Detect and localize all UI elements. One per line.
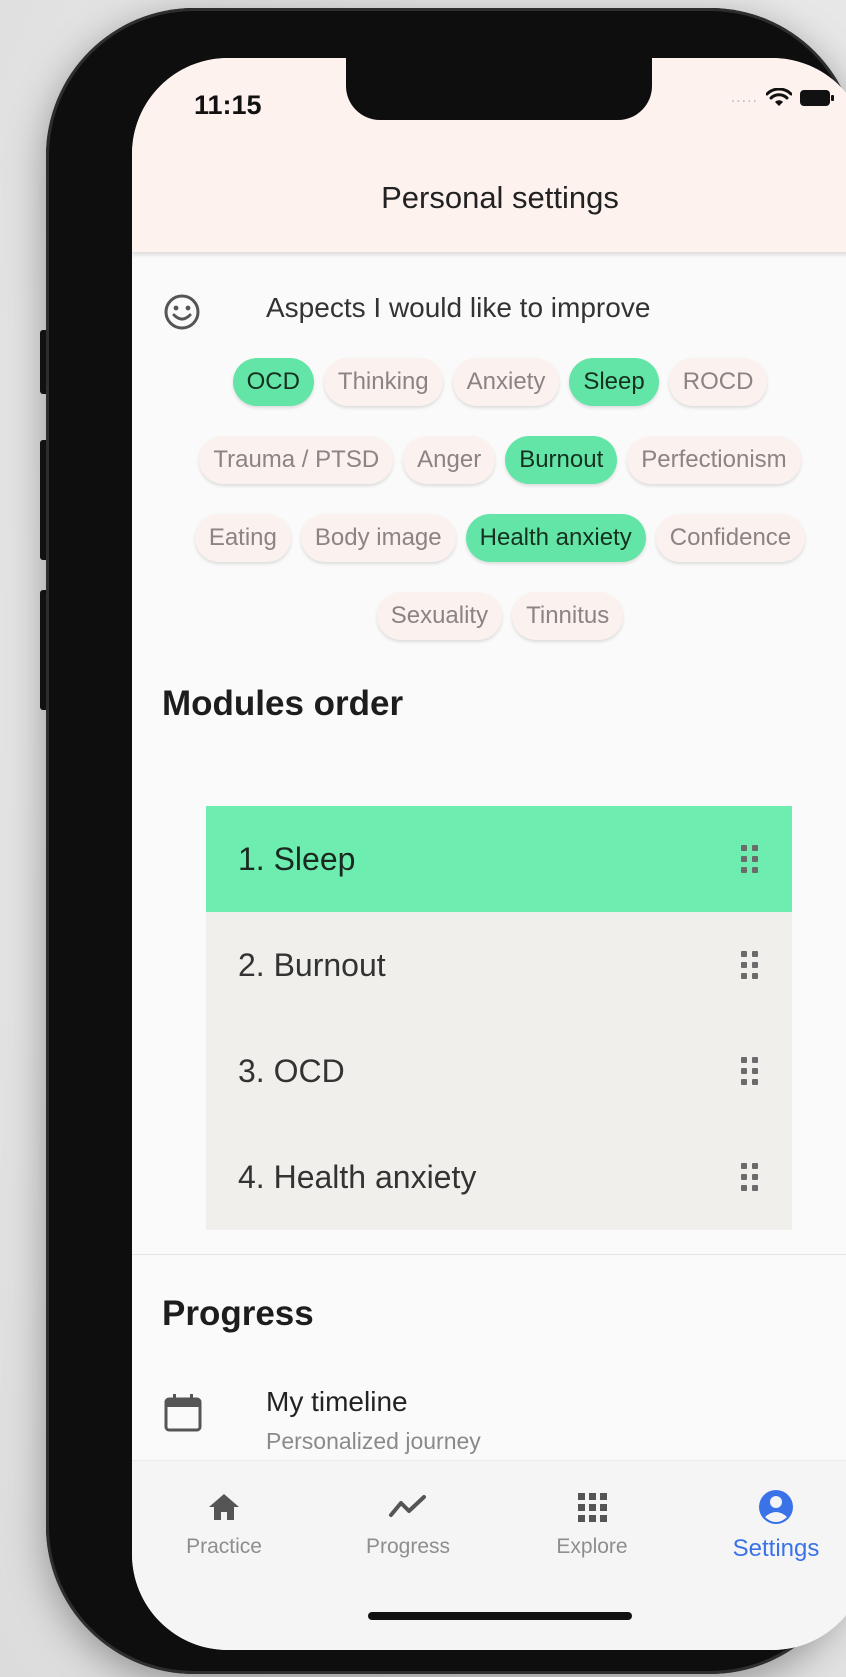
module-label: 4. Health anxiety [238, 1158, 477, 1195]
drag-handle-icon[interactable] [741, 845, 758, 873]
grid-icon [578, 1493, 607, 1522]
module-item[interactable]: 1. Sleep [206, 806, 792, 912]
calendar-icon [164, 1394, 202, 1432]
drag-handle-icon[interactable] [741, 1057, 758, 1085]
chip-row: OCD Thinking Anxiety Sleep ROCD [132, 358, 846, 406]
chip-row: Eating Body image Health anxiety Confidence [132, 514, 846, 562]
aspect-chip[interactable]: Thinking [323, 358, 443, 406]
aspect-chip[interactable]: Tinnitus [512, 592, 624, 640]
module-label: 2. Burnout [238, 946, 386, 983]
status-time: 11:15 [194, 90, 262, 120]
aspects-label: Aspects I would like to improve [266, 292, 651, 323]
module-item[interactable]: 3. OCD [206, 1018, 792, 1124]
page-title: Personal settings [381, 180, 619, 215]
aspect-chip[interactable]: Health anxiety [465, 514, 646, 562]
drag-handle-icon[interactable] [741, 951, 758, 979]
drag-handle-icon[interactable] [741, 1163, 758, 1191]
aspect-chip[interactable]: Anger [403, 436, 496, 484]
chip-row: Trauma / PTSD Anger Burnout Perfectionism [132, 436, 846, 484]
aspect-chip[interactable]: Eating [194, 514, 291, 562]
nav-label: Progress [365, 1535, 451, 1558]
bottom-navigation: Practice Progress Explore Settings [132, 1460, 846, 1650]
nav-label: Explore [556, 1535, 628, 1558]
aspect-chip[interactable]: Body image [300, 514, 456, 562]
nav-label: Settings [732, 1535, 820, 1562]
home-icon [209, 1494, 239, 1520]
aspect-chip[interactable]: Perfectionism [627, 436, 801, 484]
phone-frame: 11:15 ..... Personal settings Aspects I … [46, 8, 846, 1674]
aspect-chip[interactable]: Confidence [655, 514, 806, 562]
nav-settings[interactable]: Settings [684, 1487, 846, 1563]
notch [346, 58, 652, 120]
nav-practice[interactable]: Practice [132, 1487, 316, 1559]
screen: 11:15 ..... Personal settings Aspects I … [132, 58, 846, 1650]
account-icon [759, 1490, 793, 1524]
chip-row: Sexuality Tinnitus [132, 592, 846, 640]
module-item[interactable]: 2. Burnout [206, 912, 792, 1018]
aspect-chip[interactable]: OCD [232, 358, 314, 406]
module-label: 1. Sleep [238, 840, 356, 877]
home-indicator [368, 1612, 632, 1620]
wifi-icon [766, 88, 792, 106]
timeline-title: My timeline [266, 1386, 408, 1417]
aspect-chip[interactable]: Burnout [505, 436, 618, 484]
module-label: 3. OCD [238, 1052, 345, 1089]
aspect-chip[interactable]: ROCD [668, 358, 768, 406]
aspect-chip[interactable]: Sexuality [376, 592, 503, 640]
status-icons: ..... [731, 88, 834, 108]
battery-icon [800, 90, 834, 106]
nav-progress[interactable]: Progress [316, 1487, 500, 1559]
nav-explore[interactable]: Explore [500, 1487, 684, 1559]
section-divider [132, 1254, 846, 1255]
smiley-icon [164, 294, 200, 330]
signal-icon: ..... [730, 90, 758, 106]
trend-icon [389, 1495, 426, 1517]
aspect-chip[interactable]: Trauma / PTSD [199, 436, 394, 484]
timeline-subtitle: Personalized journey [266, 1428, 481, 1454]
module-item[interactable]: 4. Health anxiety [206, 1124, 792, 1230]
modules-order-title: Modules order [162, 684, 404, 723]
aspect-chip[interactable]: Sleep [569, 358, 659, 406]
progress-title: Progress [162, 1294, 314, 1333]
aspect-chip[interactable]: Anxiety [452, 358, 560, 406]
nav-label: Practice [186, 1535, 262, 1558]
modules-list: 1. Sleep 2. Burnout 3. OCD 4. Health anx… [206, 806, 792, 1230]
